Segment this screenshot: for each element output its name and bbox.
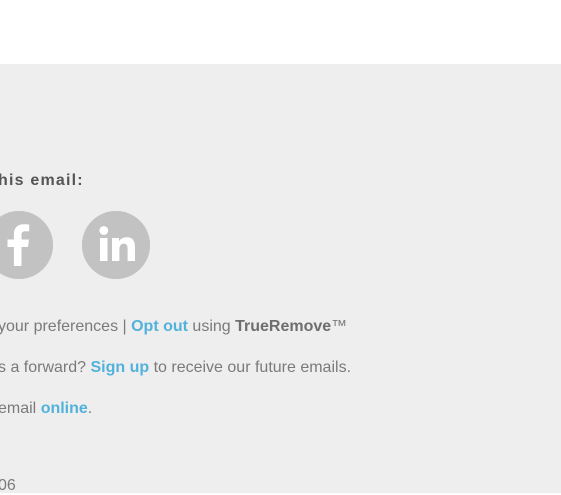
forward-text: s a forward? [0,359,91,376]
online-link[interactable]: online [41,400,88,417]
view-online-line: email online. [0,400,92,418]
email-text: email [0,400,41,417]
trademark-symbol: ™ [331,318,348,335]
sign-up-link[interactable]: Sign up [90,359,149,376]
period-text: . [87,400,93,417]
address-fragment: 06 [0,477,16,494]
forward-line: s a forward? Sign up to receive our futu… [0,359,351,377]
share-heading: his email: [0,172,84,189]
preferences-text: your preferences | [0,318,132,335]
top-white-area [0,0,561,64]
opt-out-link[interactable]: Opt out [131,318,188,335]
using-text: using [187,318,236,335]
preferences-line: your preferences | Opt out using TrueRem… [0,318,347,336]
facebook-icon[interactable] [0,211,53,279]
trueremove-brand: TrueRemove [235,318,332,335]
linkedin-icon[interactable] [82,211,150,279]
receive-text: to receive our future emails. [149,359,352,376]
